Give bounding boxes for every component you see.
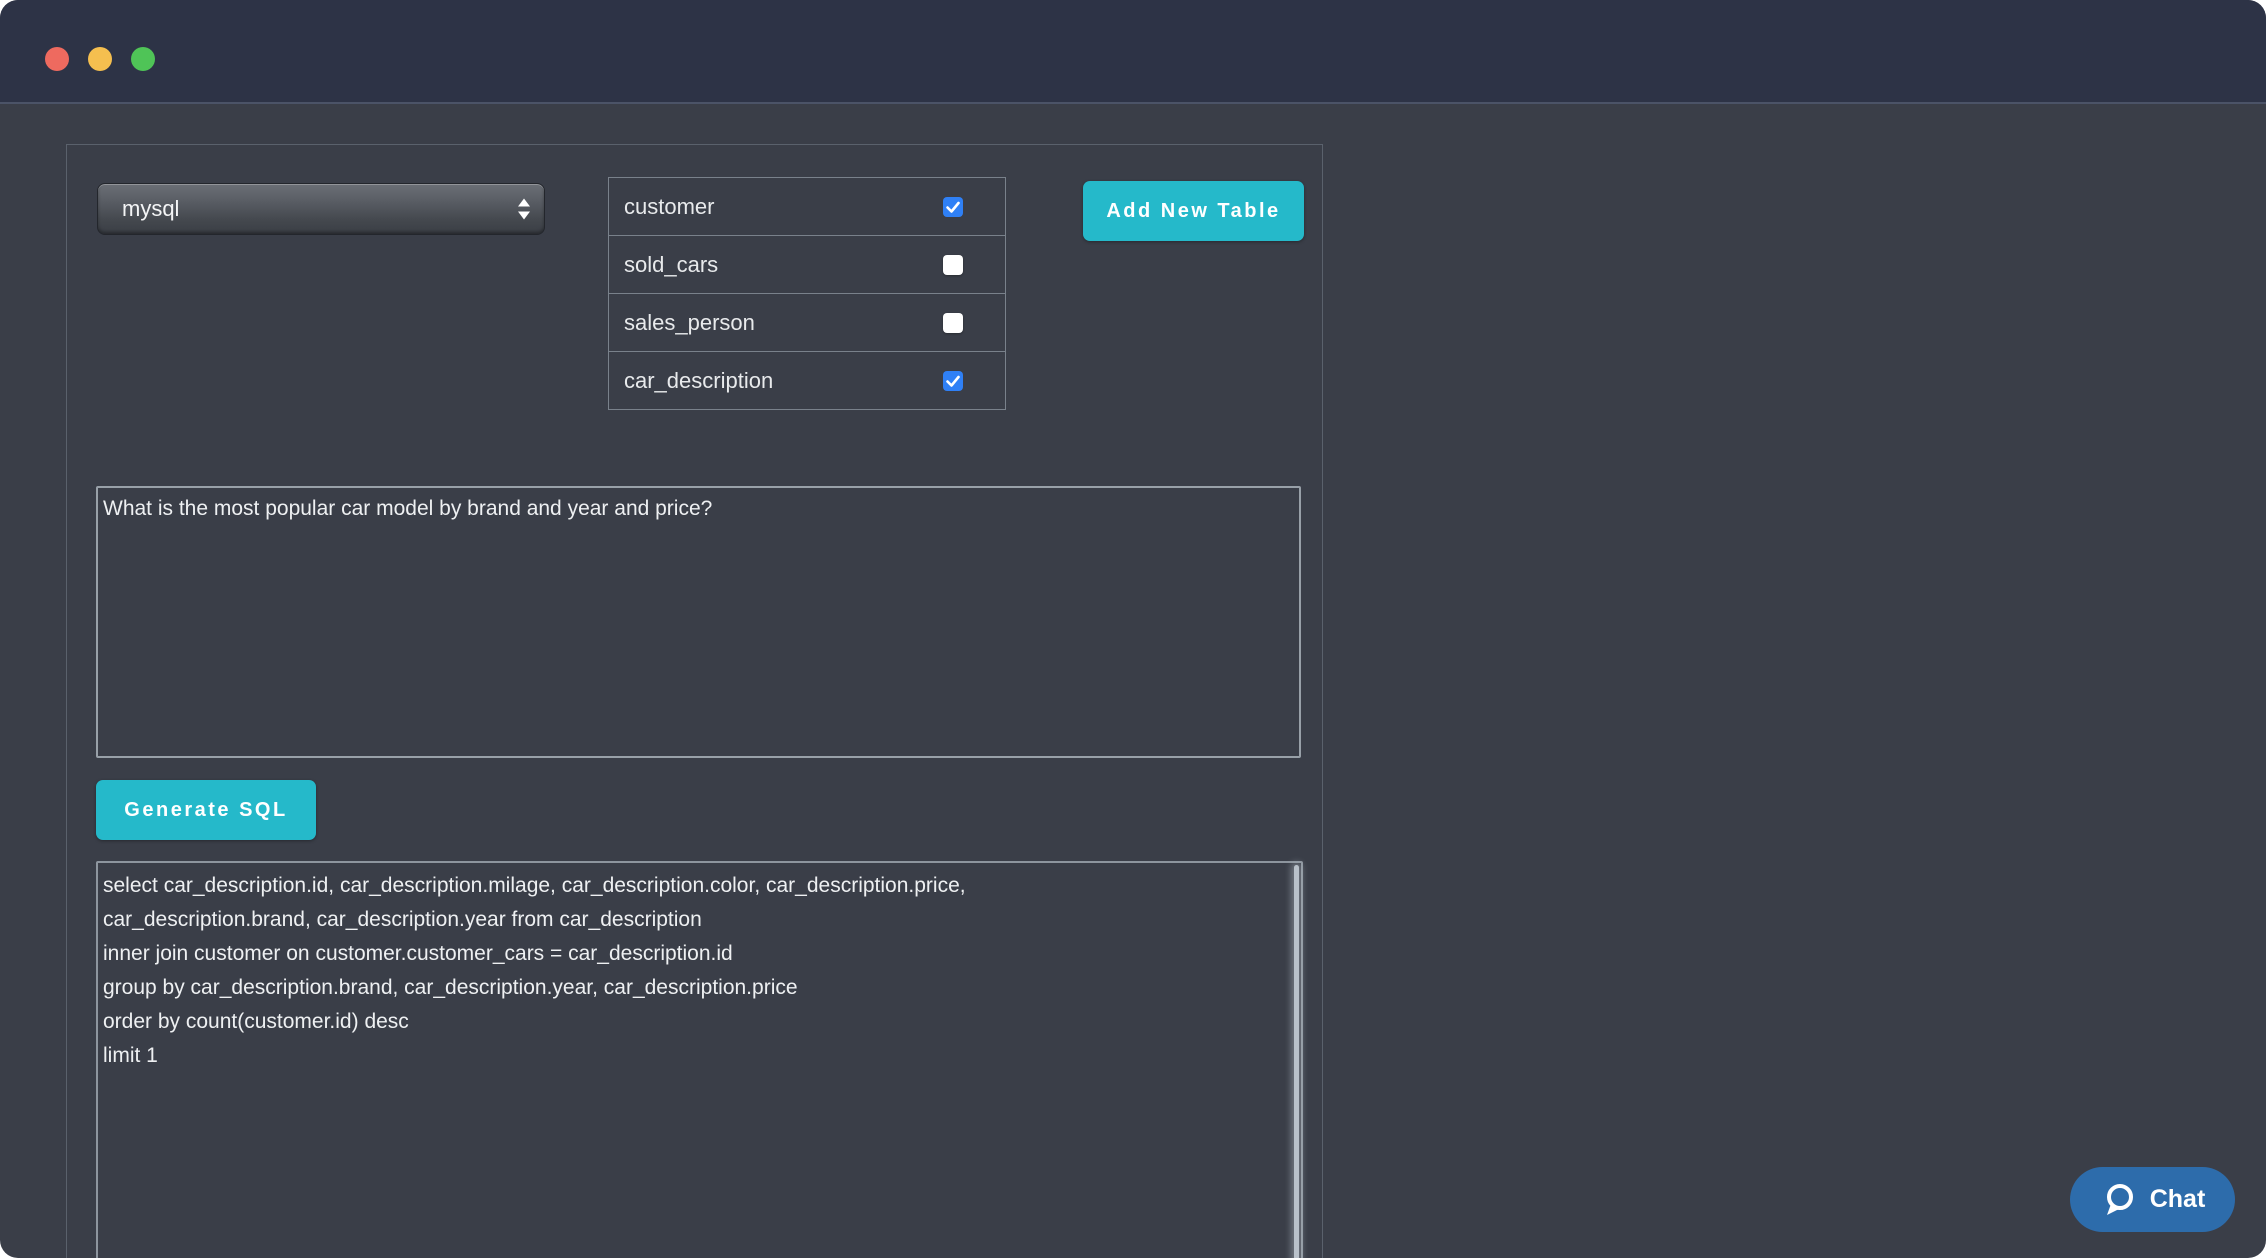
table-name-label: car_description bbox=[609, 368, 773, 394]
database-select-value: mysql bbox=[98, 196, 179, 222]
select-arrows-icon bbox=[518, 199, 530, 220]
zoom-window-button[interactable] bbox=[131, 47, 155, 71]
table-row: sold_cars bbox=[609, 236, 1005, 294]
chat-bubble-icon bbox=[2100, 1181, 2138, 1219]
generate-sql-button[interactable]: Generate SQL bbox=[96, 780, 316, 840]
table-name-label: sales_person bbox=[609, 310, 755, 336]
close-window-button[interactable] bbox=[45, 47, 69, 71]
table-checkbox[interactable] bbox=[943, 313, 963, 333]
chat-button-label: Chat bbox=[2150, 1185, 2206, 1214]
database-select[interactable]: mysql bbox=[97, 183, 545, 235]
page-background: mysql customer sold_cars sales_person car_d… bbox=[0, 0, 2266, 1258]
add-new-table-button[interactable]: Add New Table bbox=[1083, 181, 1304, 241]
minimize-window-button[interactable] bbox=[88, 47, 112, 71]
tables-list: customer sold_cars sales_person car_descrip… bbox=[608, 177, 1006, 410]
chat-button[interactable]: Chat bbox=[2070, 1167, 2235, 1232]
table-row: customer bbox=[609, 178, 1005, 236]
sql-output-container: select car_description.id, car_descripti… bbox=[96, 861, 1303, 1258]
table-name-label: customer bbox=[609, 194, 714, 220]
table-row: sales_person bbox=[609, 294, 1005, 352]
sql-output-scrollbar[interactable] bbox=[1294, 865, 1299, 1258]
table-checkbox[interactable] bbox=[943, 255, 963, 275]
main-panel: mysql customer sold_cars sales_person car_d… bbox=[66, 144, 1323, 1258]
table-checkbox[interactable] bbox=[943, 197, 963, 217]
table-name-label: sold_cars bbox=[609, 252, 718, 278]
sql-output[interactable]: select car_description.id, car_descripti… bbox=[96, 861, 1303, 1258]
app-window: mysql customer sold_cars sales_person car_d… bbox=[0, 0, 2266, 1258]
question-input[interactable]: What is the most popular car model by br… bbox=[96, 486, 1301, 758]
window-titlebar[interactable] bbox=[0, 0, 2266, 104]
table-row: car_description bbox=[609, 352, 1005, 409]
table-checkbox[interactable] bbox=[943, 371, 963, 391]
